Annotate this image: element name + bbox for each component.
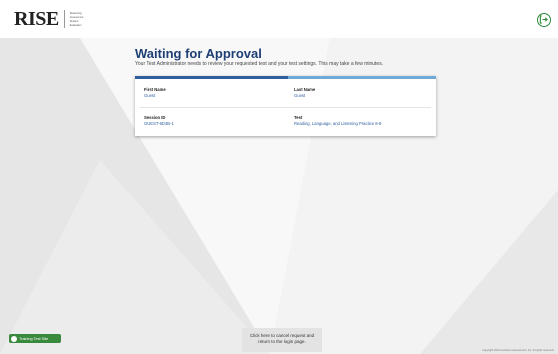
session-id-value: GUEST-6D4B-1 [144, 121, 174, 126]
page-title: Waiting for Approval [135, 46, 262, 61]
info-icon [11, 335, 17, 342]
logout-icon [539, 15, 548, 24]
card-divider [140, 107, 431, 108]
request-details-card: First Name Guest Last Name Guest Session… [135, 76, 436, 136]
logo-text: RISE [14, 8, 59, 30]
rise-logo: RISE Reasoning Assessment Student Evalua… [14, 9, 83, 29]
cancel-request-button[interactable]: Click here to cancel request and return … [242, 328, 322, 352]
test-field: Test Reading, Language, and Listening Pr… [294, 115, 381, 127]
first-name-field: First Name Guest [144, 87, 166, 99]
session-id-field: Session ID GUEST-6D4B-1 [144, 115, 174, 127]
logo-sub-line: Student [69, 19, 79, 23]
copyright-note: Copyright 2024 Cambium Assessment, Inc. … [482, 349, 554, 352]
last-name-field: Last Name Guest [294, 87, 315, 99]
test-value: Reading, Language, and Listening Practic… [294, 121, 382, 126]
logo-sub-line: Assessment [69, 15, 84, 19]
logo-subtext: Reasoning Assessment Student Evaluation [70, 12, 84, 27]
background-shapes [0, 0, 558, 354]
logo-sub-line: Reasoning [69, 11, 82, 15]
last-name-value: Guest [294, 93, 306, 98]
logo-divider [63, 10, 65, 28]
cancel-request-line2: return to the login page. [258, 339, 306, 344]
first-name-value: Guest [144, 93, 156, 98]
training-site-label: Training Test Site [19, 336, 49, 341]
card-accent-bar [288, 76, 436, 79]
training-site-badge: Training Test Site [9, 334, 61, 343]
page-subtitle: Your Test Administrator needs to review … [135, 61, 384, 67]
logo-sub-line: Evaluation [69, 23, 82, 27]
logout-button[interactable] [537, 13, 551, 27]
app-header: RISE Reasoning Assessment Student Evalua… [0, 0, 558, 38]
